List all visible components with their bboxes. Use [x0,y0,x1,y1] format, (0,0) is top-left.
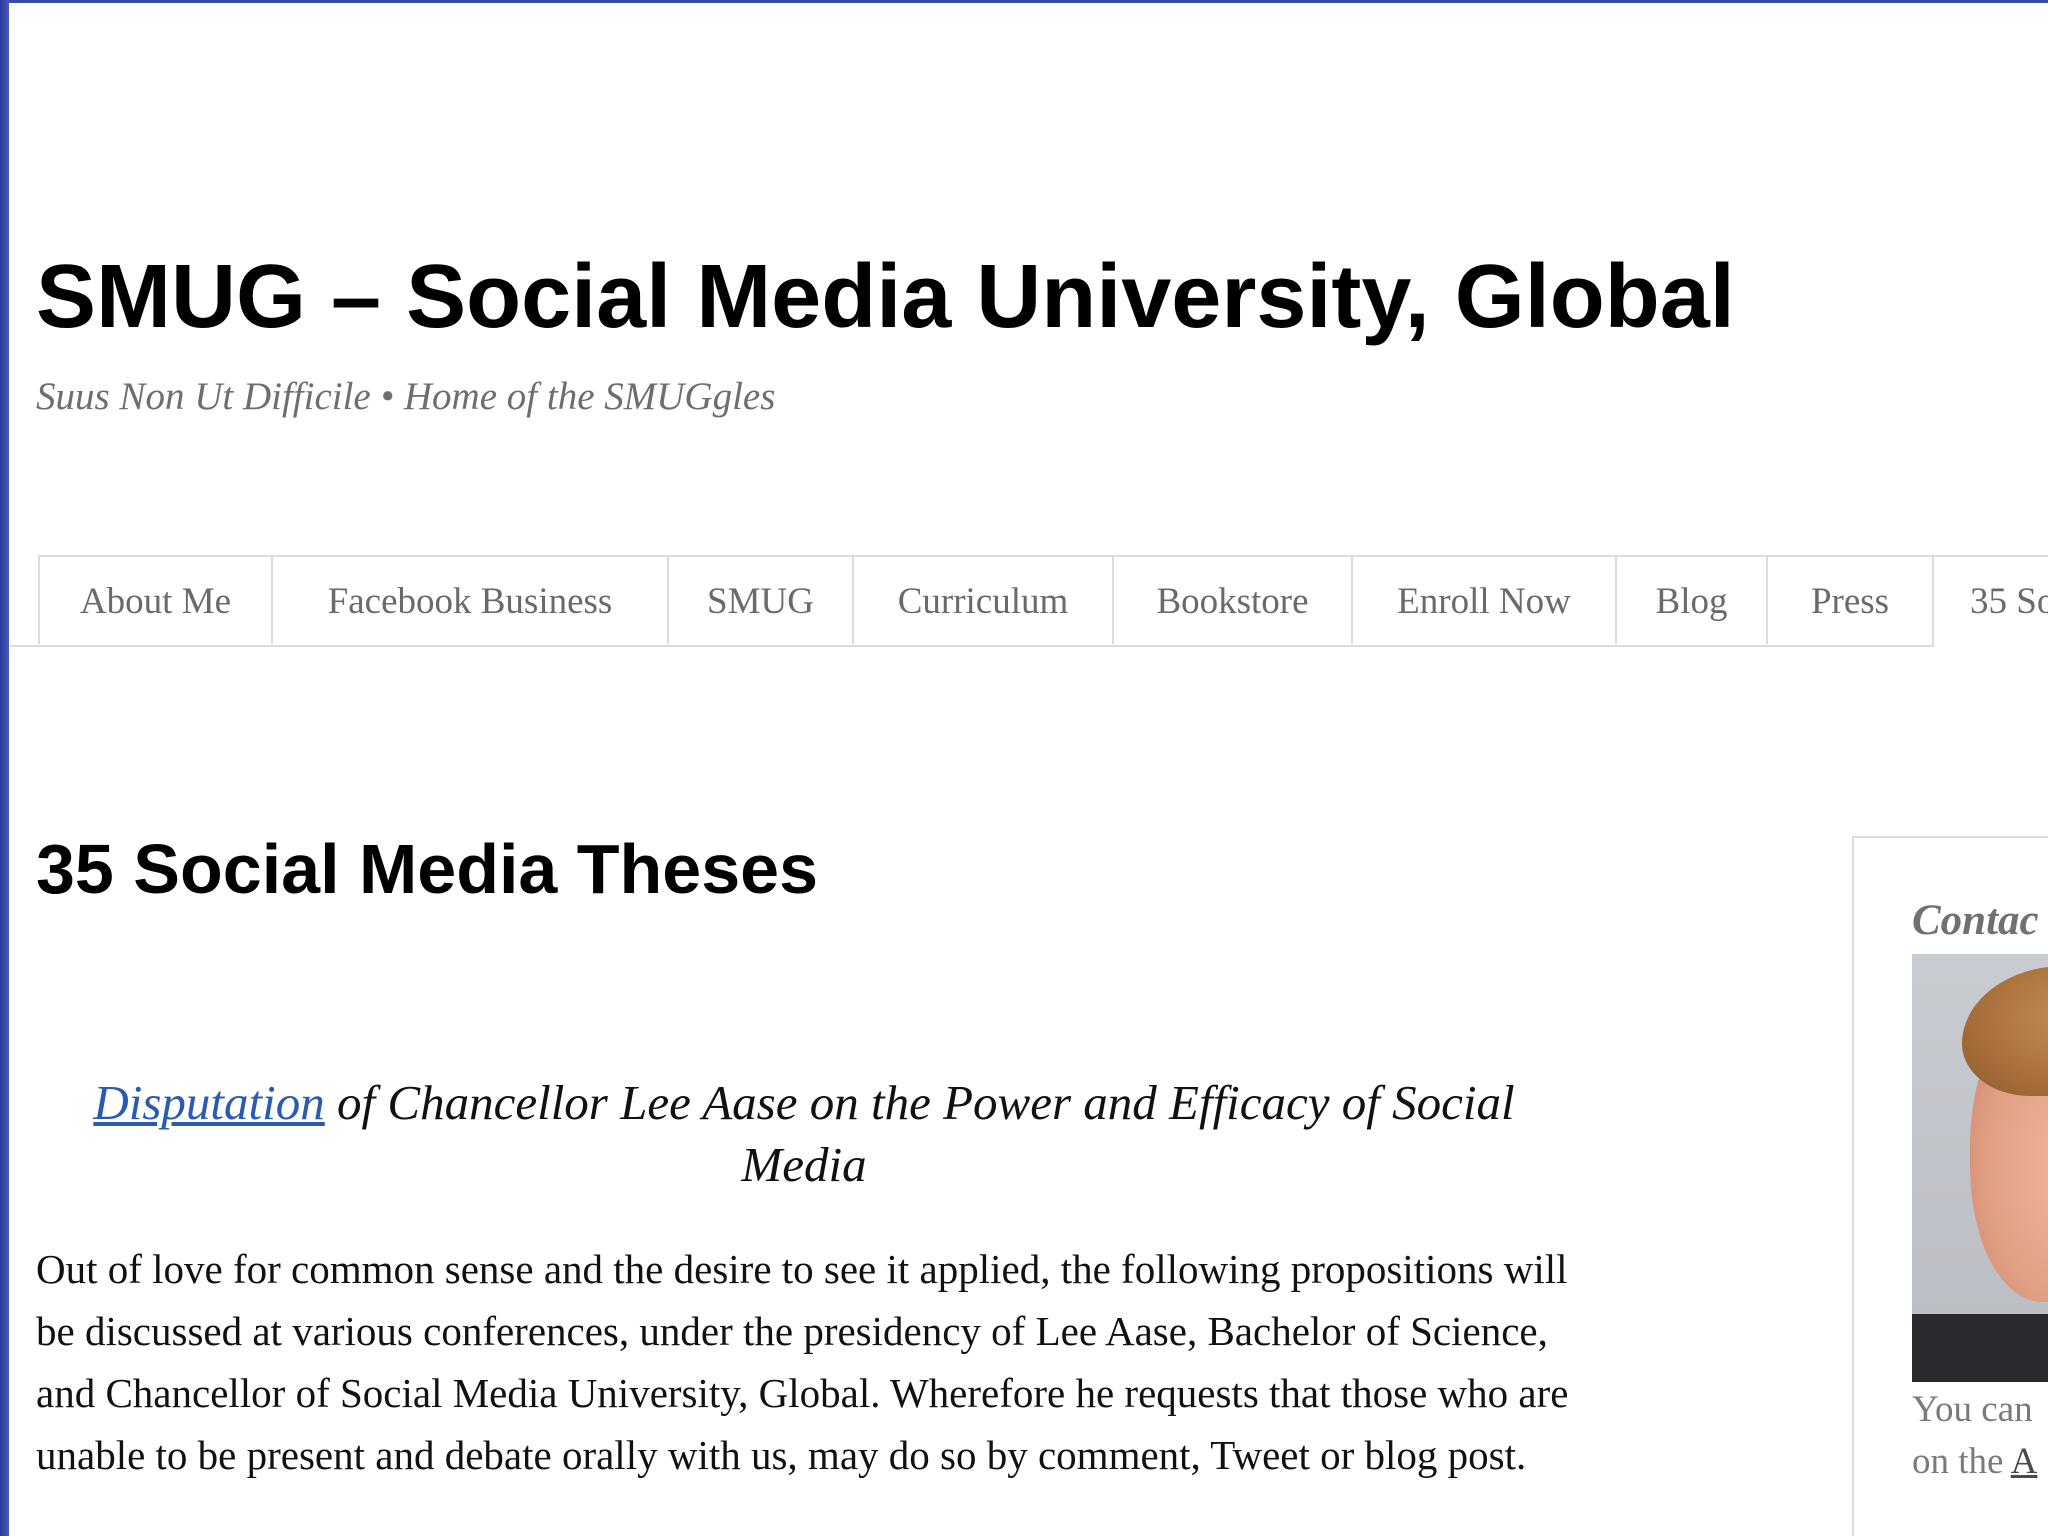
sidebar-text-line2-prefix: on the [1912,1441,2011,1482]
tab-facebook-business[interactable]: Facebook Business [271,555,669,644]
sidebar-contact-heading: Contac [1912,897,2039,944]
tab-bookstore[interactable]: Bookstore [1112,555,1353,644]
photo-suit [1912,1314,2048,1382]
tab-about-me[interactable]: About Me [38,555,273,644]
tab-blog[interactable]: Blog [1615,555,1768,644]
main-nav: About Me Facebook Business SMUG Curricul… [10,555,2048,647]
tab-press[interactable]: Press [1766,555,1934,644]
nav-divider [10,645,2048,647]
sidebar-text-line1: You can [1912,1389,2033,1430]
photo-hair [1962,966,2048,1096]
site-tagline: Suus Non Ut Difficile • Home of the SMUG… [36,375,776,418]
tab-smug[interactable]: SMUG [667,555,854,644]
page-title: 35 Social Media Theses [36,830,819,908]
window-top-edge [0,0,2048,3]
tab-35-social-media-theses[interactable]: 35 So [1932,555,2048,647]
tab-curriculum[interactable]: Curriculum [852,555,1114,644]
sidebar: Contac You can on the A [1852,836,2048,1536]
chancellor-photo [1912,954,2048,1382]
disputation-text: of Chancellor Lee Aase on the Power and … [324,1075,1515,1192]
disputation-link[interactable]: Disputation [93,1075,324,1130]
site-title[interactable]: SMUG – Social Media University, Global [36,252,1735,342]
disputation-subtitle: Disputation of Chancellor Lee Aase on th… [36,1072,1572,1196]
sidebar-link[interactable]: A [2011,1441,2038,1482]
tab-enroll-now[interactable]: Enroll Now [1351,555,1617,644]
sidebar-contact-text: You can on the A [1912,1384,2037,1488]
intro-paragraph: Out of love for common sense and the des… [36,1246,1569,1478]
window-left-edge [0,0,9,1536]
